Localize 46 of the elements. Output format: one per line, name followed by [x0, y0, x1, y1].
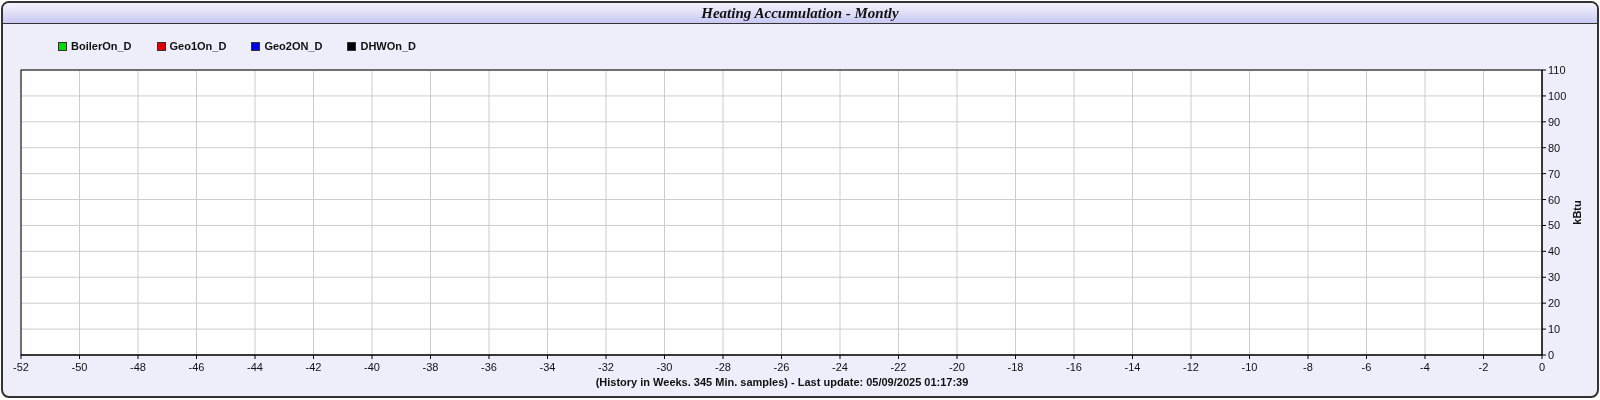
- x-tick-label: -46: [188, 361, 205, 373]
- x-tick-label: -10: [1241, 361, 1258, 373]
- legend-label: DHWOn_D: [360, 40, 417, 52]
- x-tick-label: -4: [1420, 361, 1430, 373]
- x-tick-label: -28: [715, 361, 731, 373]
- x-tick-label: -42: [305, 361, 322, 373]
- x-tick-label: -38: [422, 361, 439, 373]
- x-tick-label: -30: [656, 361, 673, 373]
- x-tick-label: -48: [130, 361, 146, 373]
- x-tick-label: -24: [832, 361, 848, 373]
- x-tick-label: -34: [539, 361, 556, 373]
- x-tick-label: -20: [949, 361, 965, 373]
- x-tick-label: -36: [481, 361, 497, 373]
- x-tick-label: -18: [1007, 361, 1024, 373]
- x-tick-label: -32: [598, 361, 614, 373]
- x-tick-label: -40: [364, 361, 380, 373]
- x-axis-label: (History in Weeks. 345 Min. samples) - Last update: 05/09/2025 01:17:39: [595, 376, 969, 388]
- y-tick-label: 80: [1548, 141, 1561, 154]
- x-tick-label: -26: [773, 361, 790, 373]
- x-tick-label: -12: [1183, 361, 1199, 373]
- x-tick-label: -6: [1361, 361, 1372, 373]
- x-tick-label: 0: [1538, 361, 1546, 373]
- y-tick-label: 60: [1548, 193, 1561, 206]
- x-tick-label: -22: [890, 361, 907, 373]
- x-tick-label: -50: [71, 361, 88, 373]
- x-tick-label: -52: [13, 361, 29, 373]
- y-tick-label: 40: [1548, 245, 1561, 258]
- x-tick-label: -2: [1478, 361, 1489, 373]
- y-tick-label: 30: [1548, 271, 1561, 284]
- y-tick-label: 100: [1548, 89, 1567, 102]
- y-axis-label: kBtu: [1571, 200, 1583, 225]
- legend-label: Geo2ON_D: [264, 40, 323, 52]
- x-tick-label: -14: [1124, 361, 1141, 373]
- y-tick-label: 110: [1548, 64, 1566, 76]
- y-tick-label: 90: [1548, 115, 1561, 128]
- y-tick-label: 50: [1548, 219, 1561, 232]
- legend-label: Geo1On_D: [169, 40, 227, 52]
- legend-label: BoilerOn_D: [71, 40, 132, 52]
- chart-title: Heating Accumulation - Montly: [701, 4, 899, 22]
- y-tick-label: 0: [1548, 349, 1555, 361]
- y-tick-label: 20: [1548, 297, 1561, 310]
- y-tick-label: 10: [1548, 323, 1561, 336]
- y-tick-label: 70: [1548, 167, 1561, 180]
- x-tick-label: -8: [1303, 361, 1313, 373]
- x-tick-label: -16: [1066, 361, 1082, 373]
- x-tick-label: -44: [247, 361, 263, 373]
